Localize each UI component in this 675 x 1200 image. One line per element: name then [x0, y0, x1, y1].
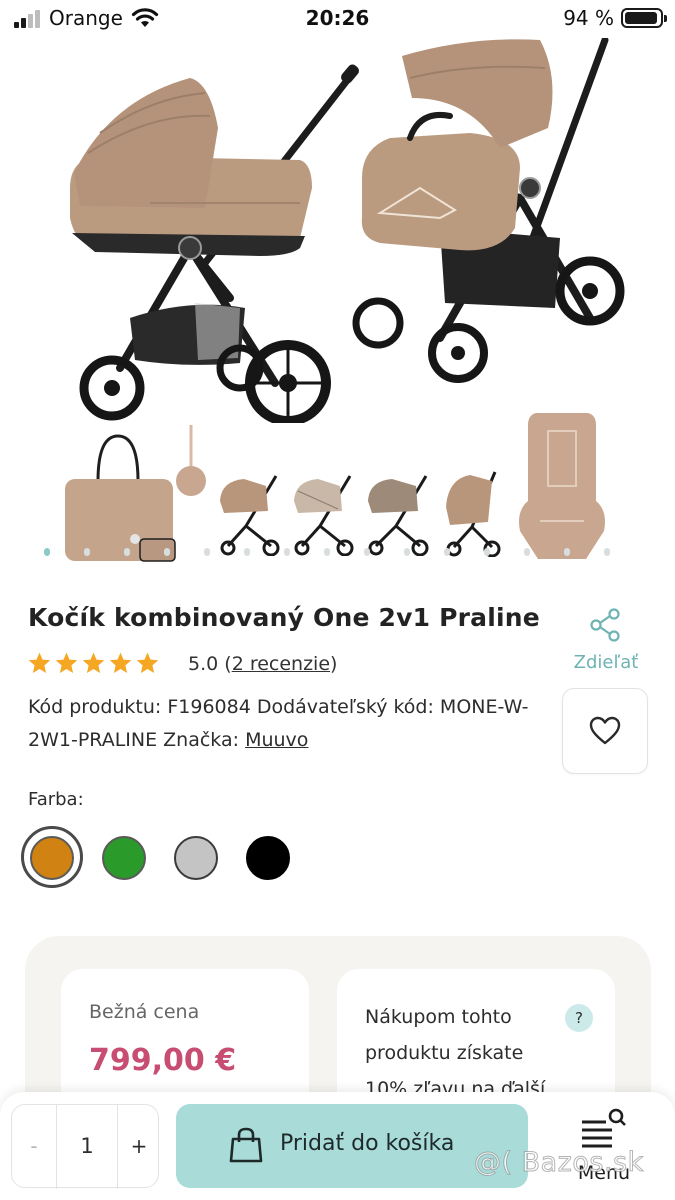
- gallery-dot[interactable]: [44, 548, 50, 556]
- stroller-thumbnail-4[interactable]: [440, 467, 510, 557]
- share-button[interactable]: Zdieľať: [568, 608, 644, 673]
- seat-liner-thumbnail[interactable]: [516, 411, 608, 561]
- shopping-bag-icon: [229, 1127, 263, 1163]
- star-icon: [55, 652, 78, 673]
- gallery-dot[interactable]: [284, 548, 290, 556]
- rating-stars: [27, 651, 162, 677]
- rating-value: 5.0: [188, 653, 219, 675]
- gallery-dot[interactable]: [404, 548, 410, 556]
- stroller-thumbnail-3[interactable]: [364, 471, 436, 556]
- gallery-dot[interactable]: [364, 548, 370, 556]
- color-swatch-gray[interactable]: [174, 836, 218, 880]
- help-icon[interactable]: ?: [565, 1004, 593, 1032]
- color-label: Farba:: [28, 789, 84, 810]
- quantity-decrease-button[interactable]: -: [12, 1105, 56, 1189]
- heart-icon: [589, 716, 621, 745]
- product-gallery[interactable]: [0, 38, 675, 568]
- product-title: Kočík kombinovaný One 2v1 Praline: [28, 603, 540, 632]
- reviews-open-paren: (: [224, 653, 232, 675]
- stroller-thumbnail-2[interactable]: [290, 471, 360, 556]
- gallery-dot[interactable]: [324, 548, 330, 556]
- gallery-dot[interactable]: [484, 548, 490, 556]
- stroller-thumbnail-1[interactable]: [216, 471, 286, 556]
- gallery-dot[interactable]: [124, 548, 130, 556]
- brand-link[interactable]: Muuvo: [245, 729, 308, 751]
- gallery-dot[interactable]: [84, 548, 90, 556]
- quantity-input[interactable]: 1: [56, 1105, 118, 1189]
- gallery-dot[interactable]: [604, 548, 610, 556]
- rating-summary: 5.0 (2 recenzie): [188, 653, 337, 675]
- wishlist-button[interactable]: [562, 688, 648, 774]
- product-main-image[interactable]: [0, 38, 675, 423]
- regular-price-label: Bežná cena: [89, 1001, 200, 1023]
- regular-price: 799,00 €: [89, 1043, 237, 1078]
- gallery-dot[interactable]: [444, 548, 450, 556]
- bottom-action-bar: - 1 + Pridať do košíka Menu: [0, 1092, 675, 1200]
- seat-stroller-image: [352, 38, 625, 383]
- carrycot-stroller-image: [70, 64, 359, 423]
- quantity-stepper: - 1 +: [11, 1104, 160, 1189]
- color-swatch-black[interactable]: [246, 836, 290, 880]
- promo-text: Nákupom tohto produktu získate 10% zľavu…: [365, 1006, 546, 1100]
- star-icon: [28, 652, 51, 673]
- reviews-link[interactable]: 2 recenzie: [232, 653, 330, 675]
- gallery-dot[interactable]: [244, 548, 250, 556]
- status-bar: Orange 20:26 94 %: [0, 0, 675, 38]
- add-to-cart-label: Pridať do košíka: [280, 1131, 455, 1156]
- color-swatch-green[interactable]: [102, 836, 146, 880]
- quantity-increase-button[interactable]: +: [118, 1105, 160, 1189]
- reviews-close-paren: ): [330, 653, 338, 675]
- star-icon: [82, 652, 105, 673]
- watermark: @( Bazos.sk: [474, 1147, 644, 1179]
- accessory-thumbnail[interactable]: [174, 423, 208, 503]
- bag-thumbnail[interactable]: [60, 431, 178, 563]
- gallery-pagination: [36, 548, 646, 556]
- product-codes: Kód produktu: F196084 Dodávateľský kód: …: [28, 691, 548, 757]
- gallery-dot[interactable]: [564, 548, 570, 556]
- star-icon: [136, 652, 159, 673]
- battery-percent: 94 %: [563, 6, 614, 30]
- share-label: Zdieľať: [573, 652, 639, 673]
- battery-icon: [621, 8, 667, 28]
- star-icon: [109, 652, 132, 673]
- gallery-dot[interactable]: [204, 548, 210, 556]
- share-icon: [590, 608, 620, 642]
- gallery-dot[interactable]: [524, 548, 530, 556]
- gallery-thumbnails: [0, 413, 675, 568]
- color-swatch-orange[interactable]: [30, 836, 74, 880]
- gallery-dot[interactable]: [164, 548, 170, 556]
